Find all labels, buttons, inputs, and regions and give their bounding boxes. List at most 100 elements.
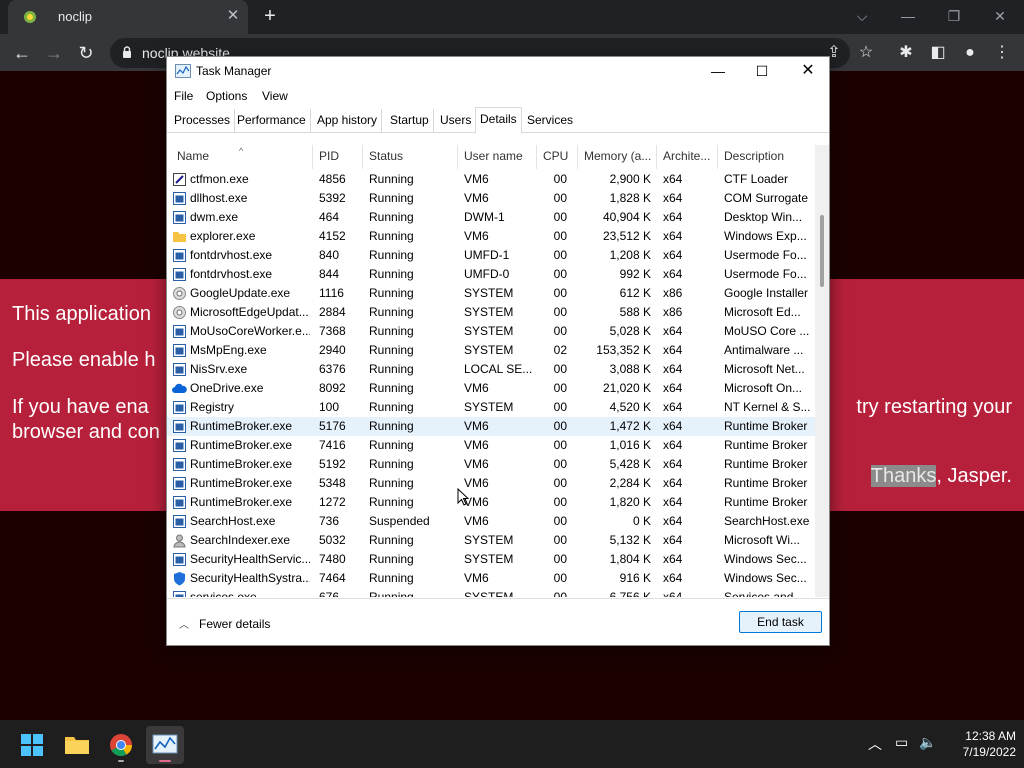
tab-performance[interactable]: Performance <box>233 109 311 133</box>
table-row[interactable]: dllhost.exe 5392 Running VM6 00 1,828 K x64 COM… <box>167 189 815 208</box>
cell-desc: Runtime Broker <box>724 457 808 471</box>
tab-search-icon[interactable]: ⌵ <box>842 4 882 28</box>
table-row[interactable]: SearchIndexer.exe 5032 Running SYSTEM 00 5,13… <box>167 531 815 550</box>
table-row[interactable]: RuntimeBroker.exe 5176 Running VM6 00 1,472 K… <box>167 417 815 436</box>
cell-mem: 1,828 K <box>609 191 651 205</box>
cell-mem: 1,016 K <box>609 438 651 452</box>
table-row[interactable]: NisSrv.exe 6376 Running LOCAL SE... 00 3,088 … <box>167 360 815 379</box>
col-cpu[interactable]: CPU <box>537 145 578 169</box>
minimize-icon[interactable]: — <box>888 4 928 28</box>
cell-user: UMFD-1 <box>464 248 510 262</box>
table-row[interactable]: services.exe 676 Running SYSTEM 00 6,756 K x64… <box>167 588 815 597</box>
network-icon[interactable]: ▭ <box>895 734 908 751</box>
table-row[interactable]: MicrosoftEdgeUpdat... 2884 Running SYSTEM 00… <box>167 303 815 322</box>
chrome-icon <box>110 734 132 762</box>
cell-cpu: 00 <box>553 514 567 528</box>
menu-kebab-icon[interactable]: ⋮ <box>990 41 1014 65</box>
minimize-icon[interactable]: — <box>695 57 741 85</box>
table-row[interactable]: fontdrvhost.exe 840 Running UMFD-1 00 1,208 K… <box>167 246 815 265</box>
table-row[interactable]: RuntimeBroker.exe 5192 Running VM6 00 5,428 K… <box>167 455 815 474</box>
chrome-button[interactable] <box>102 726 140 764</box>
col-name[interactable]: Name ^ <box>171 145 313 169</box>
clock[interactable]: 12:38 AM 7/19/2022 <box>940 728 1016 760</box>
table-row[interactable]: SecurityHealthSystra... 7464 Running VM6 00 9… <box>167 569 815 588</box>
table-row[interactable]: dwm.exe 464 Running DWM-1 00 40,904 K x64 Deskt… <box>167 208 815 227</box>
restore-icon[interactable]: ❐ <box>934 4 974 28</box>
back-icon[interactable]: ← <box>8 39 36 67</box>
cell-cpu: 00 <box>553 400 567 414</box>
fewer-details-button[interactable]: ︿ Fewer details <box>179 616 270 631</box>
end-task-button[interactable]: End task <box>739 611 822 633</box>
table-row[interactable]: fontdrvhost.exe 844 Running UMFD-0 00 992 K x6… <box>167 265 815 284</box>
col-user[interactable]: User name <box>458 145 537 169</box>
menu-options[interactable]: Options <box>206 89 247 103</box>
window-icon <box>173 192 186 205</box>
cell-user: VM6 <box>464 457 489 471</box>
col-pid[interactable]: PID <box>313 145 363 169</box>
tab-users[interactable]: Users <box>436 109 475 133</box>
col-name-label: Name <box>177 149 210 163</box>
scrollbar-thumb[interactable] <box>820 215 824 287</box>
user-icon <box>173 534 186 548</box>
cell-cpu: 02 <box>553 343 567 357</box>
tab-app-history[interactable]: App history <box>313 109 383 133</box>
col-arch[interactable]: Archite... <box>657 145 718 169</box>
cell-user: SYSTEM <box>464 400 514 414</box>
table-row[interactable]: MoUsoCoreWorker.e... 7368 Running SYSTEM 00 5… <box>167 322 815 341</box>
menu-file[interactable]: File <box>174 89 193 103</box>
bookmark-star-icon[interactable]: ☆ <box>854 41 878 65</box>
side-panel-icon[interactable]: ◧ <box>926 41 950 65</box>
taskbar: ︿ ▭ 🔈 12:38 AM 7/19/2022 <box>0 720 1024 768</box>
cell-name: MicrosoftEdgeUpdat... <box>190 305 309 319</box>
tab-services[interactable]: Services <box>523 109 577 133</box>
task-manager-window[interactable]: Task Manager — ☐ ✕ File Options View Pro… <box>166 56 830 646</box>
cell-arch: x64 <box>663 457 683 471</box>
extensions-icon[interactable]: ✱ <box>894 41 918 65</box>
file-explorer-button[interactable] <box>58 726 96 764</box>
close-icon[interactable]: ✕ <box>980 4 1020 28</box>
show-hidden-icons-chevron-icon[interactable]: ︿ <box>868 734 882 754</box>
browser-tab[interactable]: noclip ✕ <box>8 0 248 34</box>
table-row[interactable]: OneDrive.exe 8092 Running VM6 00 21,020 K x64 M… <box>167 379 815 398</box>
title-bar[interactable]: Task Manager — ☐ ✕ <box>167 57 829 85</box>
task-manager-taskbar-button[interactable] <box>146 726 184 764</box>
new-tab-icon[interactable]: + <box>258 5 282 29</box>
table-row[interactable]: RuntimeBroker.exe 5348 Running VM6 00 2,284 K… <box>167 474 815 493</box>
col-description[interactable]: Description <box>718 145 815 169</box>
vertical-scrollbar[interactable] <box>815 145 829 597</box>
volume-icon[interactable]: 🔈 <box>919 734 936 751</box>
forward-icon[interactable]: → <box>40 39 68 67</box>
profile-icon[interactable]: ● <box>958 41 982 65</box>
table-row[interactable]: GoogleUpdate.exe 1116 Running SYSTEM 00 612 K… <box>167 284 815 303</box>
cell-name: MsMpEng.exe <box>190 343 267 357</box>
table-row[interactable]: ctfmon.exe 4856 Running VM6 00 2,900 K x64 CTF … <box>167 170 815 189</box>
close-icon[interactable]: ✕ <box>785 57 831 85</box>
col-status[interactable]: Status <box>363 145 458 169</box>
menu-view[interactable]: View <box>262 89 288 103</box>
clock-time: 12:38 AM <box>965 729 1016 743</box>
cell-mem: 588 K <box>619 305 651 319</box>
tab-processes[interactable]: Processes <box>170 109 236 133</box>
cell-pid: 5192 <box>319 457 346 471</box>
cell-pid: 7416 <box>319 438 346 452</box>
tab-startup[interactable]: Startup <box>386 109 434 133</box>
start-button[interactable] <box>13 726 51 764</box>
tab-details[interactable]: Details <box>475 107 522 134</box>
folder-icon <box>173 232 186 242</box>
table-row[interactable]: RuntimeBroker.exe 7416 Running VM6 00 1,016 K… <box>167 436 815 455</box>
table-row[interactable]: SecurityHealthServic... 7480 Running SYSTEM… <box>167 550 815 569</box>
noclip-favicon-icon <box>24 11 36 23</box>
table-row[interactable]: Registry 100 Running SYSTEM 00 4,520 K x64 NT K… <box>167 398 815 417</box>
col-memory[interactable]: Memory (a... <box>578 145 657 169</box>
reload-icon[interactable]: ↻ <box>72 39 100 67</box>
table-row[interactable]: RuntimeBroker.exe 1272 Running VM6 00 1,820 K… <box>167 493 815 512</box>
table-row[interactable]: SearchHost.exe 736 Suspended VM6 00 0 K x64 Sea… <box>167 512 815 531</box>
cell-arch: x64 <box>663 381 683 395</box>
table-row[interactable]: explorer.exe 4152 Running VM6 00 23,512 K x64 W… <box>167 227 815 246</box>
cell-pid: 1272 <box>319 495 346 509</box>
table-row[interactable]: MsMpEng.exe 2940 Running SYSTEM 02 153,352 K x… <box>167 341 815 360</box>
cell-pid: 2884 <box>319 305 346 319</box>
maximize-icon[interactable]: ☐ <box>739 57 785 85</box>
fewer-details-label: Fewer details <box>199 617 271 631</box>
tab-close-icon[interactable]: ✕ <box>223 6 243 26</box>
